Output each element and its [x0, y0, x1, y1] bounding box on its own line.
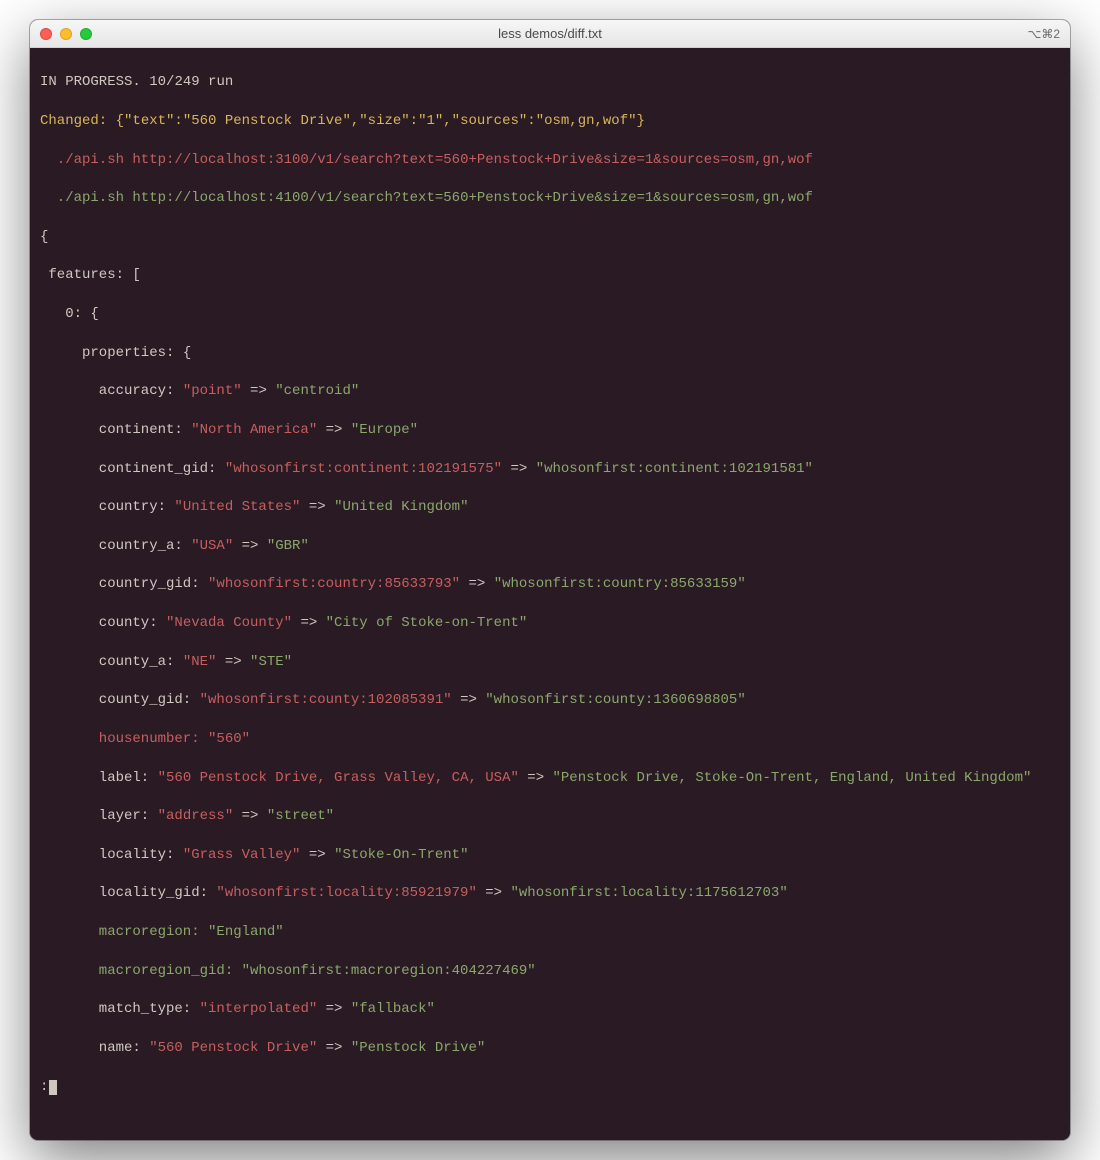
k-county-a: county_a: — [99, 654, 175, 670]
changed-json: {"text":"560 Penstock Drive","size":"1",… — [116, 113, 645, 129]
k-macroregion: macroregion: — [99, 924, 200, 940]
zoom-icon[interactable] — [80, 28, 92, 40]
index-0: 0: { — [65, 306, 99, 322]
k-country: country: — [99, 499, 166, 515]
changed-prefix: Changed: — [40, 113, 107, 129]
brace-open: { — [40, 229, 48, 245]
new-accuracy: "centroid" — [275, 383, 359, 399]
titlebar: less demos/diff.txt ⌥⌘2 — [30, 20, 1070, 48]
k-macroregion-gid: macroregion_gid: — [99, 963, 233, 979]
close-icon[interactable] — [40, 28, 52, 40]
k-locality-gid: locality_gid: — [99, 885, 208, 901]
k-label: label: — [99, 770, 149, 786]
terminal-window: less demos/diff.txt ⌥⌘2 IN PROGRESS. 10/… — [30, 20, 1070, 1140]
terminal-body[interactable]: IN PROGRESS. 10/249 run Changed: {"text"… — [30, 48, 1070, 1140]
pane-indicator: ⌥⌘2 — [1027, 27, 1060, 41]
old-accuracy: "point" — [183, 383, 242, 399]
cursor-icon — [49, 1080, 57, 1095]
command-a: ./api.sh http://localhost:3100/v1/search… — [57, 152, 813, 168]
k-housenumber: housenumber: — [99, 731, 200, 747]
properties-key: properties: { — [82, 345, 191, 361]
k-county: county: — [99, 615, 158, 631]
minimize-icon[interactable] — [60, 28, 72, 40]
k-country-gid: country_gid: — [99, 576, 200, 592]
k-layer: layer: — [99, 808, 149, 824]
k-accuracy: accuracy: — [99, 383, 175, 399]
progress-count: 10/249 run — [149, 74, 233, 90]
progress-label: IN PROGRESS. — [40, 74, 141, 90]
features-key: features: [ — [48, 267, 140, 283]
k-match-type: match_type: — [99, 1001, 191, 1017]
k-locality: locality: — [99, 847, 175, 863]
k-name: name: — [99, 1040, 141, 1056]
traffic-lights — [40, 28, 92, 40]
k-continent-gid: continent_gid: — [99, 461, 217, 477]
window-title: less demos/diff.txt — [30, 26, 1070, 41]
less-prompt[interactable]: : — [40, 1079, 48, 1095]
k-county-gid: county_gid: — [99, 692, 191, 708]
k-country-a: country_a: — [99, 538, 183, 554]
command-b: ./api.sh http://localhost:4100/v1/search… — [57, 190, 813, 206]
k-continent: continent: — [99, 422, 183, 438]
